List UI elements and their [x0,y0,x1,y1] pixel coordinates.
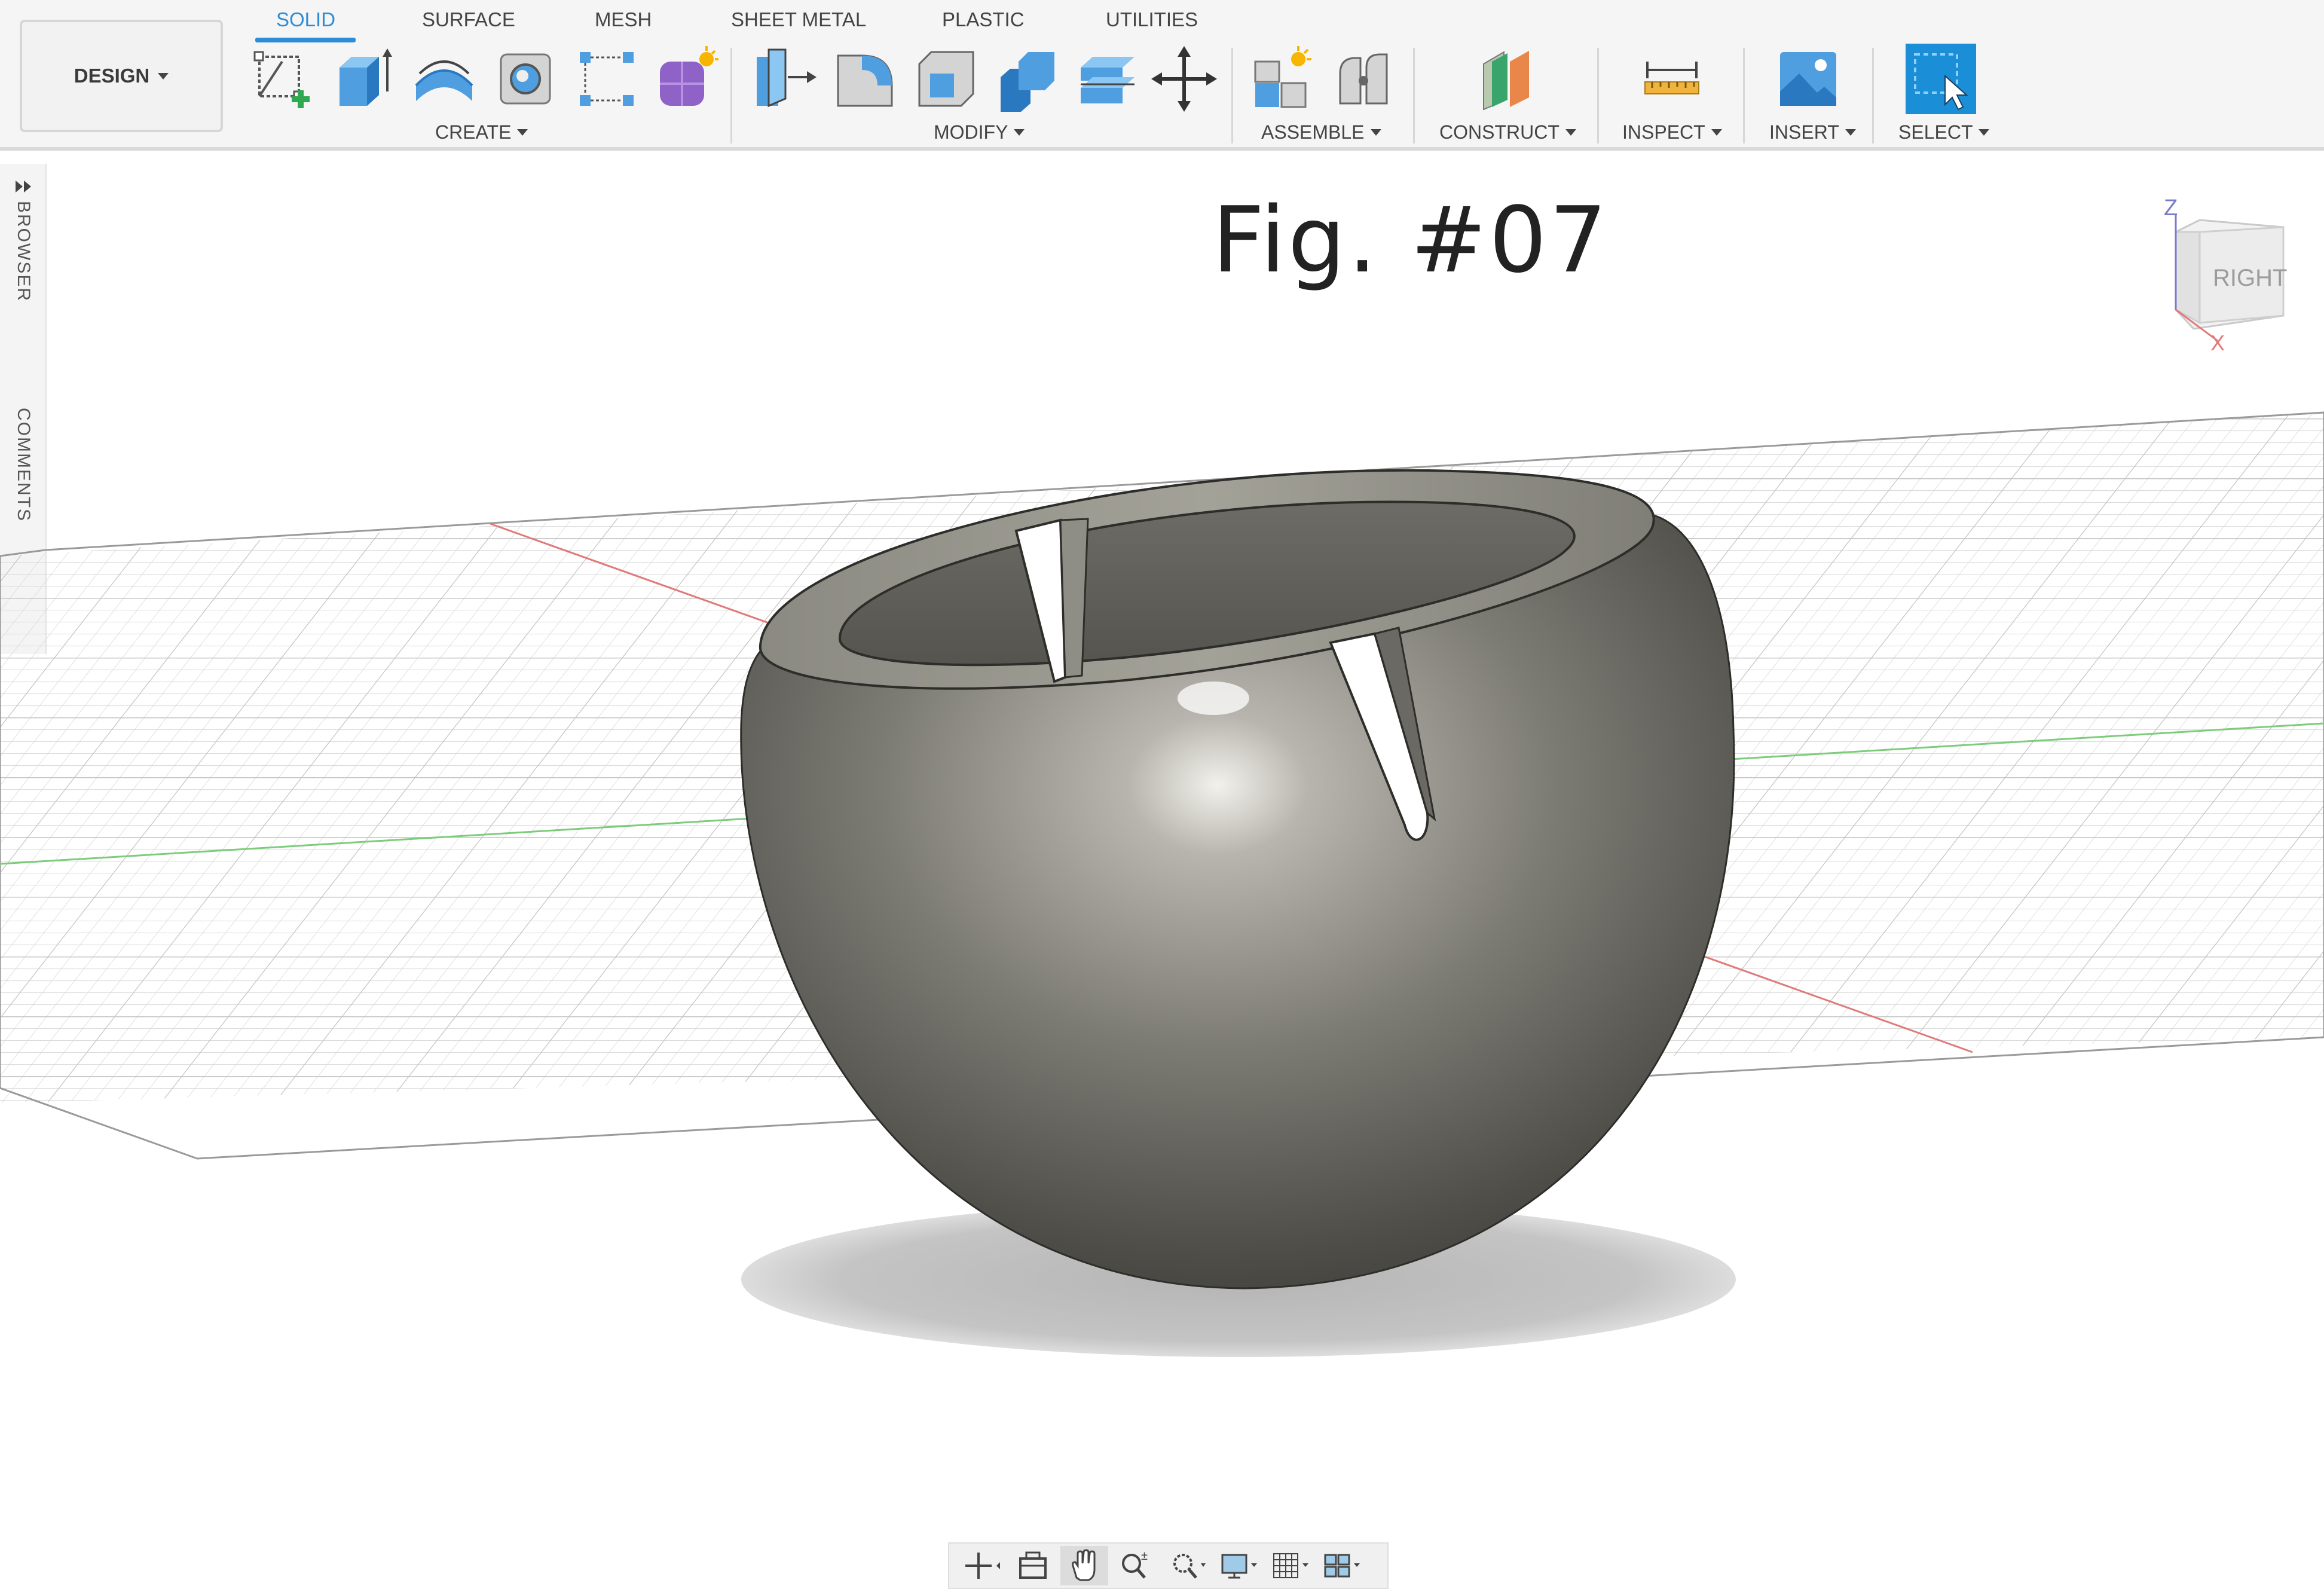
assemble-menu[interactable]: ASSEMBLE [1261,121,1381,143]
tab-mesh[interactable]: MESH [595,8,652,31]
viewcube-face-label: RIGHT [2213,265,2287,291]
insert-menu-label: INSERT [1769,121,1839,143]
combine-icon[interactable] [992,44,1063,114]
construct-menu[interactable]: CONSTRUCT [1439,121,1576,143]
tab-utilities[interactable]: UTILITIES [1106,8,1198,31]
axis-z-label: Z [2164,195,2178,221]
display-settings-icon[interactable] [1215,1546,1262,1585]
new-component-icon[interactable] [1247,44,1317,114]
canvas-3d-viewport[interactable] [0,154,2324,1592]
fillet-icon[interactable] [830,44,900,114]
construct-menu-label: CONSTRUCT [1439,121,1559,143]
grid-icon[interactable] [1266,1546,1314,1585]
modify-menu[interactable]: MODIFY [934,121,1025,143]
workspace-label: DESIGN [74,65,150,87]
pan-icon[interactable] [1060,1546,1108,1585]
select-menu[interactable]: SELECT [1898,121,1990,143]
fit-icon[interactable] [1163,1546,1211,1585]
create-menu-label: CREATE [435,121,512,143]
chevron-down-icon [158,72,169,80]
active-tab-indicator [255,38,356,42]
offset-plane-icon[interactable] [1472,44,1542,114]
workspace-switcher-button[interactable]: DESIGN [20,20,223,132]
chevron-down-icon [1979,129,1990,136]
axis-x-label: X [2210,331,2225,352]
look-at-icon[interactable] [1009,1546,1057,1585]
create-form-icon[interactable] [652,44,722,114]
toolbar-divider [1872,48,1874,143]
chevron-down-icon [1565,129,1576,136]
tab-solid[interactable]: SOLID [276,8,335,31]
measure-icon[interactable] [1637,44,1707,114]
chevron-down-icon [1845,129,1856,136]
offset-face-icon[interactable] [1072,44,1143,114]
joint-icon[interactable] [1328,44,1399,114]
bowl-body [740,469,1735,1290]
modify-menu-label: MODIFY [934,121,1008,143]
tab-sheet-metal[interactable]: SHEET METAL [731,8,866,31]
inspect-menu-label: INSPECT [1622,121,1705,143]
insert-menu[interactable]: INSERT [1769,121,1856,143]
select-menu-label: SELECT [1898,121,1973,143]
shell-icon[interactable] [911,44,981,114]
view-cube[interactable]: Z X RIGHT [2146,190,2295,352]
revolve-icon[interactable] [409,44,479,114]
viewports-icon[interactable] [1317,1546,1365,1585]
tab-surface[interactable]: SURFACE [422,8,515,31]
toolbar: DESIGN SOLID SURFACE MESH SHEET METAL PL… [0,0,2324,151]
extrude-icon[interactable] [328,44,398,114]
svg-text:±: ± [1141,1550,1148,1563]
press-pull-icon[interactable] [748,44,819,114]
figure-title: Fig. #07 [1212,187,1610,293]
toolbar-divider [1743,48,1745,143]
chevron-down-icon [1014,129,1025,136]
hole-icon[interactable] [490,44,561,114]
create-sketch-icon[interactable] [246,44,317,114]
chevron-down-icon [1711,129,1722,136]
navigation-bar: ± [948,1542,1389,1589]
toolbar-divider [1597,48,1599,143]
chevron-down-icon [517,129,528,136]
toolbar-divider [1231,48,1233,143]
assemble-menu-label: ASSEMBLE [1261,121,1365,143]
toolbar-divider [730,48,732,143]
create-menu[interactable]: CREATE [435,121,528,143]
move-icon[interactable] [1149,44,1219,114]
chevron-down-icon [1370,129,1381,136]
toolbar-divider [1413,48,1415,143]
zoom-icon[interactable]: ± [1112,1546,1160,1585]
tab-plastic[interactable]: PLASTIC [942,8,1025,31]
inspect-menu[interactable]: INSPECT [1622,121,1722,143]
orbit-icon[interactable] [958,1546,1005,1585]
insert-image-icon[interactable] [1773,44,1843,114]
pattern-icon[interactable] [571,44,642,114]
select-icon[interactable] [1906,44,1976,114]
